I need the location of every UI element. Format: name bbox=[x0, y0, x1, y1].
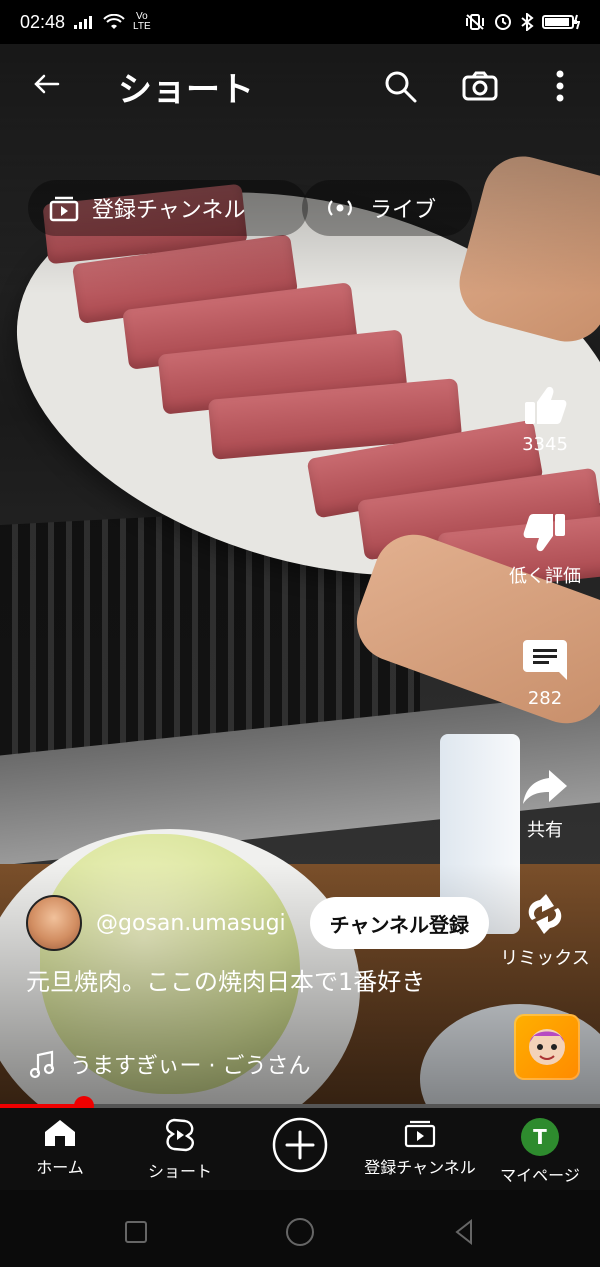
chip-live[interactable]: ライブ bbox=[302, 180, 472, 236]
music-note-icon bbox=[29, 1050, 55, 1079]
bottom-navigation: ホーム ショート 登録チャンネル T マイページ bbox=[0, 1108, 600, 1190]
video-caption[interactable]: 元旦焼肉。ここの焼肉日本で1番好き bbox=[26, 966, 476, 998]
shorts-icon bbox=[166, 1118, 194, 1152]
page-title: ショート bbox=[118, 70, 254, 110]
nav-shorts[interactable]: ショート bbox=[120, 1118, 240, 1182]
nav-shorts-label: ショート bbox=[147, 1162, 212, 1181]
home-circle-icon bbox=[286, 1218, 314, 1246]
back-button[interactable] bbox=[26, 64, 66, 104]
volte-bottom: LTE bbox=[133, 21, 151, 32]
system-navigation-bar bbox=[0, 1190, 600, 1267]
vibrate-off-icon bbox=[466, 14, 484, 30]
nav-mypage-label: マイページ bbox=[500, 1166, 580, 1185]
subscribe-button[interactable]: チャンネル登録 bbox=[309, 897, 490, 949]
camera-button[interactable] bbox=[458, 64, 502, 108]
remix-thumbnail[interactable] bbox=[514, 1014, 580, 1080]
back-system-button[interactable] bbox=[444, 1212, 484, 1252]
camera-icon bbox=[462, 71, 498, 101]
youtube-shorts-screen: 02:48 Vo LTE ショート 登録チャンネル ライブ 3345 低く評価 … bbox=[0, 0, 600, 1267]
subscriptions-icon bbox=[49, 196, 79, 222]
nav-subscriptions[interactable]: 登録チャンネル bbox=[360, 1118, 480, 1178]
channel-avatar[interactable] bbox=[26, 895, 82, 951]
more-options-button[interactable] bbox=[538, 64, 582, 108]
thumbs-down-icon bbox=[523, 514, 565, 552]
chip-live-label: ライブ bbox=[370, 198, 437, 223]
share-button[interactable]: 共有 bbox=[490, 764, 600, 842]
nav-home[interactable]: ホーム bbox=[0, 1118, 120, 1178]
more-vert-icon bbox=[556, 70, 564, 102]
share-icon bbox=[523, 770, 567, 804]
status-left: 02:48 Vo LTE bbox=[20, 12, 151, 33]
thumbs-up-icon bbox=[525, 386, 567, 424]
nav-mypage[interactable]: T マイページ bbox=[480, 1118, 600, 1186]
sticker-face-icon bbox=[529, 1029, 565, 1065]
recents-button[interactable] bbox=[116, 1212, 156, 1252]
avatar: T bbox=[521, 1118, 559, 1156]
music-title: うますぎぃー · ごうさん bbox=[70, 1054, 311, 1079]
back-triangle-icon bbox=[455, 1218, 472, 1246]
add-icon bbox=[272, 1117, 328, 1173]
status-time: 02:48 bbox=[20, 11, 66, 32]
wifi-icon bbox=[103, 14, 125, 29]
chip-subscriptions[interactable]: 登録チャンネル bbox=[28, 180, 308, 236]
shorts-top-bar: ショート bbox=[0, 44, 600, 128]
comment-count: 282 bbox=[527, 688, 563, 709]
back-arrow-icon bbox=[34, 74, 60, 94]
comments-button[interactable]: 282 bbox=[490, 636, 600, 709]
subscriptions-icon bbox=[404, 1120, 436, 1148]
dislike-label: 低く評価 bbox=[509, 566, 581, 587]
recents-square-icon bbox=[125, 1221, 147, 1243]
signal-icon bbox=[74, 16, 93, 29]
battery-icon bbox=[542, 14, 580, 30]
status-bar: 02:48 Vo LTE bbox=[0, 0, 600, 44]
alarm-icon bbox=[495, 14, 511, 30]
chip-subscriptions-label: 登録チャンネル bbox=[92, 198, 246, 223]
live-icon bbox=[328, 200, 352, 216]
volte-indicator: Vo LTE bbox=[133, 12, 151, 32]
comment-icon bbox=[523, 640, 567, 680]
channel-row: @gosan.umasugi チャンネル登録 bbox=[26, 894, 546, 952]
music-row[interactable]: うますぎぃー · ごうさん bbox=[28, 1048, 311, 1080]
nav-home-label: ホーム bbox=[36, 1158, 84, 1177]
nav-subscriptions-label: 登録チャンネル bbox=[364, 1158, 476, 1177]
dislike-button[interactable]: 低く評価 bbox=[490, 510, 600, 588]
search-icon bbox=[385, 71, 417, 103]
like-button[interactable]: 3345 bbox=[490, 382, 600, 455]
search-button[interactable] bbox=[378, 64, 422, 108]
share-label: 共有 bbox=[527, 820, 563, 841]
bluetooth-icon bbox=[521, 13, 534, 31]
channel-handle[interactable]: @gosan.umasugi bbox=[96, 911, 286, 936]
nav-create[interactable] bbox=[240, 1116, 360, 1174]
like-count: 3345 bbox=[522, 434, 568, 455]
home-icon bbox=[45, 1120, 75, 1146]
home-system-button[interactable] bbox=[280, 1212, 320, 1252]
status-right bbox=[464, 13, 580, 31]
